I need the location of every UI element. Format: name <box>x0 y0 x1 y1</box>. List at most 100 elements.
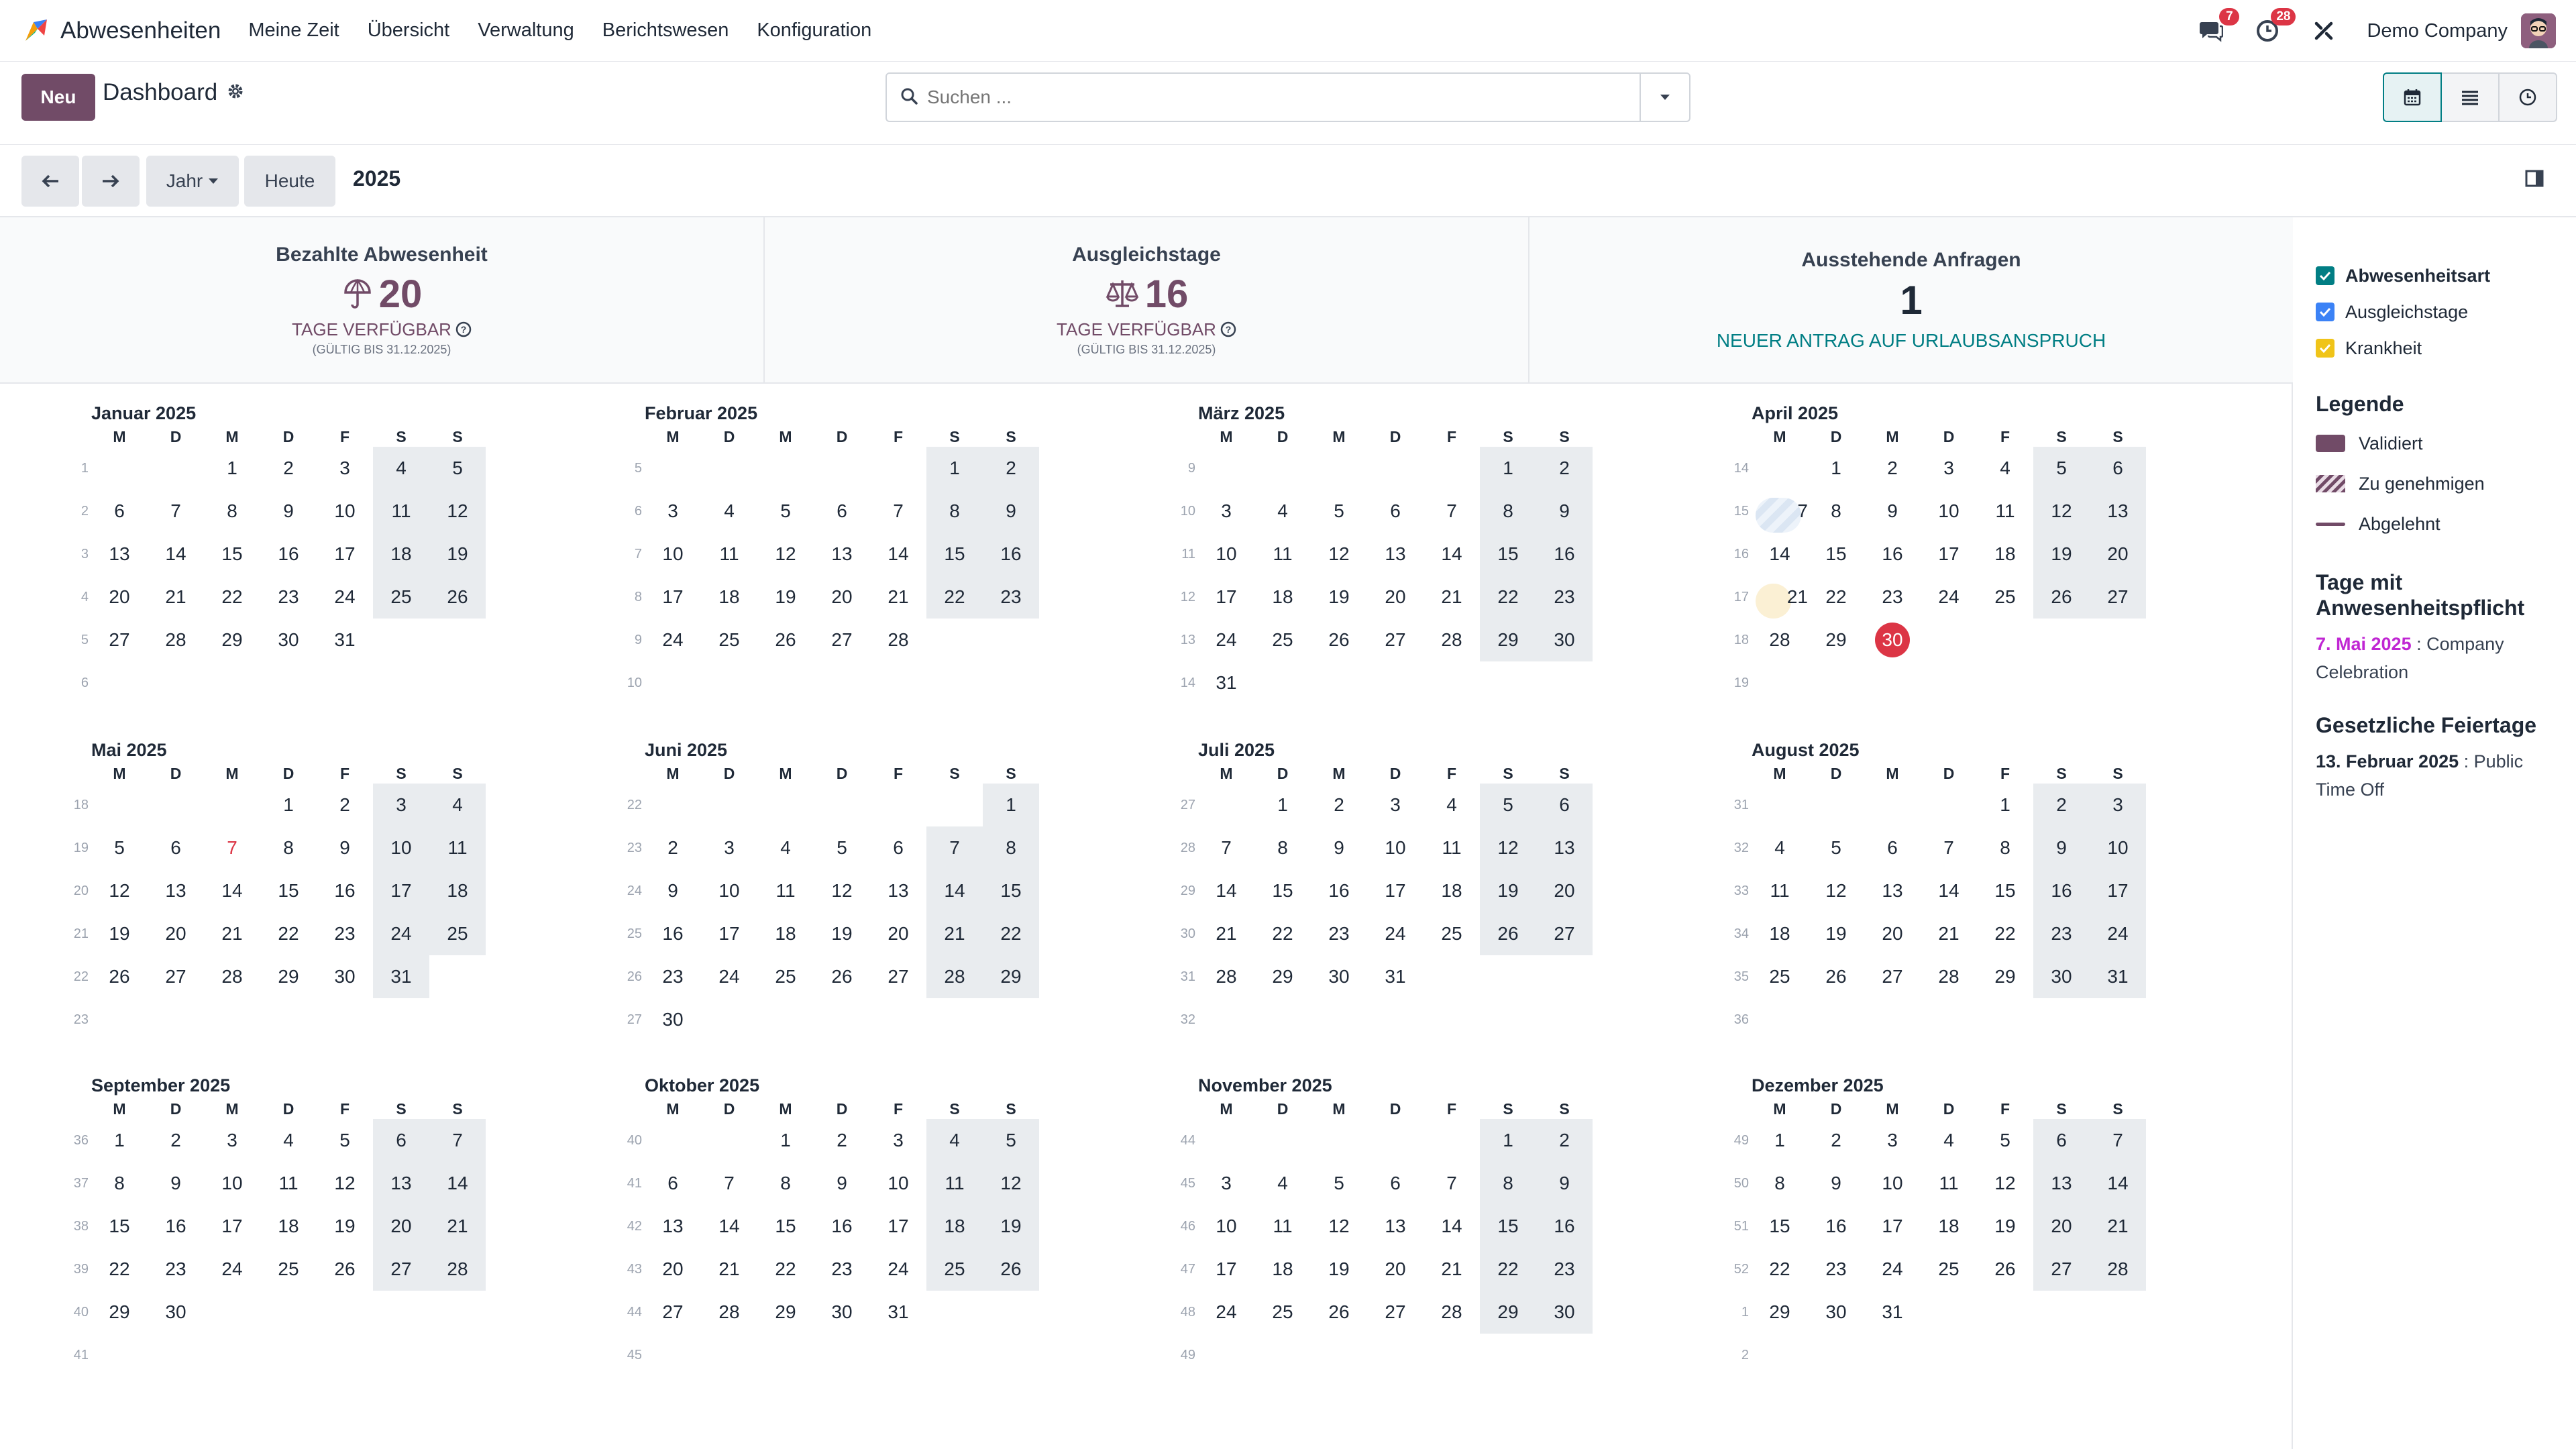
calendar-day[interactable]: 29 <box>204 619 260 661</box>
calendar-day[interactable]: 7 <box>926 826 983 869</box>
calendar-day[interactable]: 12 <box>429 490 486 533</box>
calendar-day[interactable]: 11 <box>260 1162 317 1205</box>
calendar-day[interactable]: 7 <box>148 490 204 533</box>
calendar-day[interactable]: 5 <box>757 490 814 533</box>
calendar-day[interactable]: 14 <box>926 869 983 912</box>
calendar-day[interactable]: 15 <box>757 1205 814 1248</box>
calendar-day[interactable]: 9 <box>645 869 701 912</box>
chat-button[interactable]: 7 <box>2198 8 2240 44</box>
calendar-day[interactable]: 15 <box>260 869 317 912</box>
calendar-day[interactable]: 5 <box>1480 784 1536 826</box>
previous-button[interactable] <box>21 156 79 207</box>
calendar-day[interactable]: 17 <box>870 1205 926 1248</box>
calendar-day[interactable]: 19 <box>1977 1205 2033 1248</box>
calendar-day[interactable]: 22 <box>757 1248 814 1291</box>
calendar-day[interactable]: 23 <box>645 955 701 998</box>
calendar-day[interactable]: 5 <box>2033 447 2090 490</box>
calendar-day[interactable]: 15 <box>91 1205 148 1248</box>
calendar-day[interactable]: 10 <box>1367 826 1424 869</box>
calendar-day[interactable]: 3 <box>1864 1119 1921 1162</box>
calendar-day[interactable]: 13 <box>1367 1205 1424 1248</box>
calendar-day[interactable]: 24 <box>1198 619 1254 661</box>
today-button[interactable]: Heute <box>244 156 335 207</box>
calendar-day[interactable]: 29 <box>757 1291 814 1334</box>
calendar-day[interactable]: 31 <box>373 955 429 998</box>
calendar-day[interactable]: 3 <box>1198 1162 1254 1205</box>
calendar-day[interactable]: 28 <box>701 1291 757 1334</box>
calendar-day[interactable]: 12 <box>317 1162 373 1205</box>
calendar-day[interactable]: 21 <box>148 576 204 619</box>
calendar-day[interactable]: 11 <box>373 490 429 533</box>
next-button[interactable] <box>82 156 140 207</box>
calendar-day[interactable]: 20 <box>1367 1248 1424 1291</box>
calendar-day[interactable]: 24 <box>1367 912 1424 955</box>
calendar-day[interactable]: 18 <box>260 1205 317 1248</box>
calendar-day[interactable]: 14 <box>148 533 204 576</box>
calendar-day[interactable]: 18 <box>373 533 429 576</box>
calendar-day[interactable]: 19 <box>1808 912 1864 955</box>
calendar-day[interactable]: 26 <box>1808 955 1864 998</box>
calendar-day[interactable]: 22 <box>1480 576 1536 619</box>
calendar-day[interactable]: 4 <box>429 784 486 826</box>
calendar-day[interactable]: 14 <box>1198 869 1254 912</box>
calendar-day[interactable]: 18 <box>701 576 757 619</box>
calendar-day[interactable]: 11 <box>1254 1205 1311 1248</box>
calendar-day[interactable]: 20 <box>373 1205 429 1248</box>
calendar-day[interactable]: 10 <box>870 1162 926 1205</box>
menu-item-berichtswesen[interactable]: Berichtswesen <box>602 19 729 42</box>
calendar-day[interactable]: 26 <box>429 576 486 619</box>
calendar-day[interactable]: 19 <box>757 576 814 619</box>
calendar-day[interactable]: 16 <box>2033 869 2090 912</box>
calendar-day[interactable]: 18 <box>1977 533 2033 576</box>
calendar-day[interactable]: 24 <box>701 955 757 998</box>
calendar-day[interactable]: 20 <box>148 912 204 955</box>
calendar-day[interactable]: 30 <box>1311 955 1367 998</box>
calendar-day[interactable]: 11 <box>1752 869 1808 912</box>
calendar-day[interactable]: 23 <box>1864 576 1921 619</box>
calendar-day[interactable]: 27 <box>1864 955 1921 998</box>
calendar-day[interactable]: 16 <box>1536 1205 1593 1248</box>
calendar-day[interactable]: 20 <box>1864 912 1921 955</box>
calendar-day[interactable]: 1 <box>757 1119 814 1162</box>
calendar-day[interactable]: 7 <box>1424 1162 1480 1205</box>
calendar-day[interactable]: 6 <box>91 490 148 533</box>
menu-item-konfiguration[interactable]: Konfiguration <box>757 19 871 42</box>
calendar-day[interactable]: 23 <box>148 1248 204 1291</box>
calendar-day[interactable]: 25 <box>1752 955 1808 998</box>
calendar-day[interactable]: 20 <box>2033 1205 2090 1248</box>
calendar-day[interactable]: 4 <box>926 1119 983 1162</box>
calendar-day[interactable]: 11 <box>1424 826 1480 869</box>
calendar-day[interactable]: 23 <box>2033 912 2090 955</box>
calendar-day[interactable]: 11 <box>1977 490 2033 533</box>
calendar-day[interactable]: 14 <box>1752 533 1808 576</box>
calendar-day[interactable]: 6 <box>645 1162 701 1205</box>
calendar-day[interactable]: 18 <box>1254 576 1311 619</box>
calendar-day[interactable]: 21 <box>1752 576 1808 619</box>
user-avatar[interactable] <box>2521 13 2556 48</box>
calendar-day[interactable]: 22 <box>1977 912 2033 955</box>
filter-item-ausgleichstage[interactable]: Ausgleichstage <box>2316 294 2576 330</box>
calendar-day[interactable]: 8 <box>1808 490 1864 533</box>
calendar-day[interactable]: 5 <box>1311 1162 1367 1205</box>
calendar-day[interactable]: 23 <box>814 1248 870 1291</box>
calendar-day[interactable]: 9 <box>1808 1162 1864 1205</box>
calendar-day[interactable]: 19 <box>429 533 486 576</box>
calendar-day[interactable]: 5 <box>814 826 870 869</box>
calendar-day[interactable]: 6 <box>1367 490 1424 533</box>
calendar-day[interactable]: 19 <box>317 1205 373 1248</box>
calendar-day[interactable]: 22 <box>1808 576 1864 619</box>
calendar-day[interactable]: 21 <box>1198 912 1254 955</box>
calendar-day[interactable]: 1 <box>91 1119 148 1162</box>
calendar-day[interactable]: 17 <box>1198 1248 1254 1291</box>
calendar-day[interactable]: 17 <box>204 1205 260 1248</box>
calendar-day[interactable]: 19 <box>814 912 870 955</box>
list-view-button[interactable] <box>2440 72 2500 122</box>
calendar-day[interactable]: 3 <box>204 1119 260 1162</box>
calendar-day[interactable]: 10 <box>701 869 757 912</box>
calendar-day[interactable]: 7 <box>1921 826 1977 869</box>
calendar-day[interactable]: 25 <box>1254 1291 1311 1334</box>
calendar-day[interactable]: 14 <box>204 869 260 912</box>
calendar-day[interactable]: 22 <box>260 912 317 955</box>
calendar-day[interactable]: 19 <box>2033 533 2090 576</box>
calendar-day[interactable]: 25 <box>1977 576 2033 619</box>
